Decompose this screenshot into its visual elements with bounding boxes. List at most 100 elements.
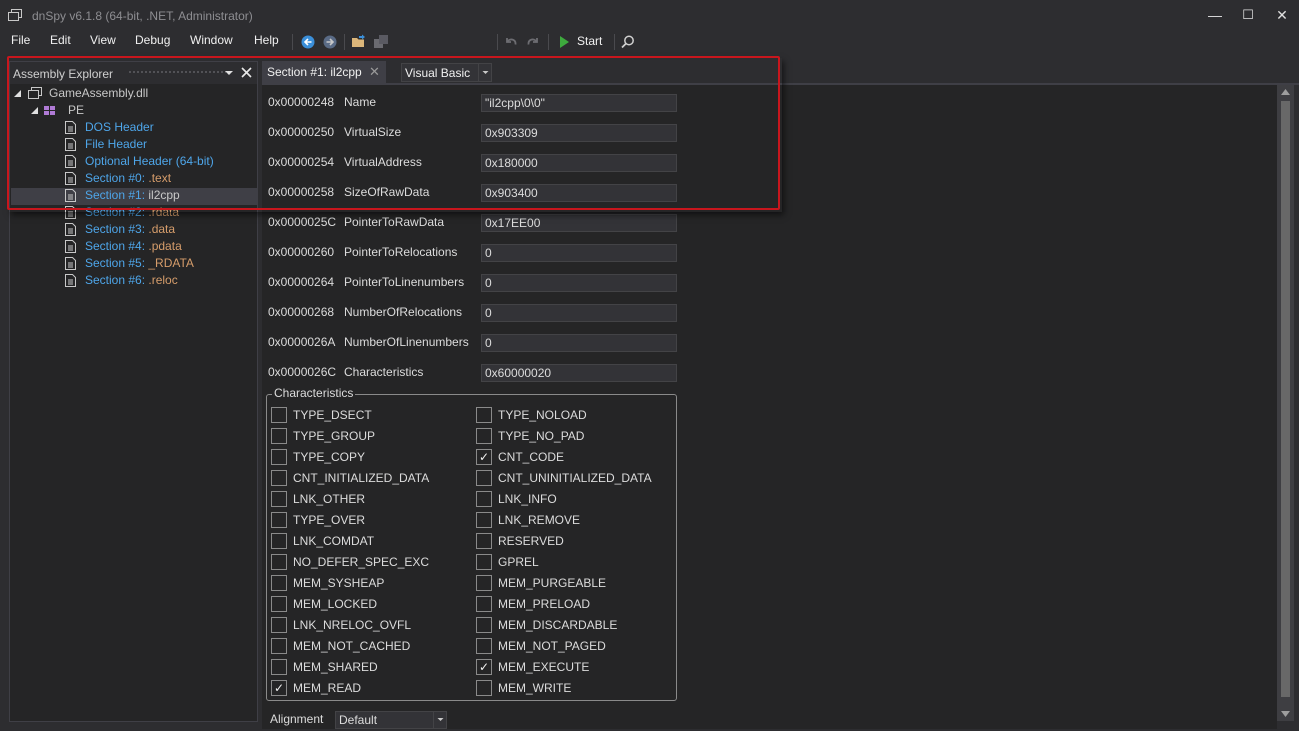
checkbox[interactable] bbox=[476, 596, 492, 612]
scroll-up-icon[interactable] bbox=[1280, 88, 1291, 96]
checkbox[interactable] bbox=[476, 428, 492, 444]
checkbox[interactable] bbox=[476, 680, 492, 696]
characteristic-checkbox[interactable]: ✓ MEM_EXECUTE bbox=[476, 659, 676, 676]
checkbox-label: LNK_NRELOC_OVFL bbox=[293, 618, 412, 632]
characteristic-checkbox[interactable]: MEM_LOCKED bbox=[271, 596, 471, 613]
checkbox[interactable] bbox=[476, 533, 492, 549]
characteristic-checkbox[interactable]: TYPE_DSECT bbox=[271, 407, 471, 424]
checkbox[interactable] bbox=[476, 512, 492, 528]
characteristic-checkbox[interactable]: ✓ CNT_CODE bbox=[476, 449, 676, 466]
toolbar-separator bbox=[292, 34, 293, 50]
characteristic-checkbox[interactable]: LNK_COMDAT bbox=[271, 533, 471, 550]
characteristic-checkbox[interactable]: ✓ MEM_READ bbox=[271, 680, 471, 697]
field-name: PointerToLinenumbers bbox=[344, 275, 465, 289]
characteristic-checkbox[interactable]: TYPE_COPY bbox=[271, 449, 471, 466]
characteristic-checkbox[interactable]: TYPE_NOLOAD bbox=[476, 407, 676, 424]
characteristic-checkbox[interactable]: TYPE_NO_PAD bbox=[476, 428, 676, 445]
checkbox[interactable] bbox=[476, 491, 492, 507]
characteristic-checkbox[interactable]: MEM_NOT_PAGED bbox=[476, 638, 676, 655]
back-arrow-icon[interactable] bbox=[299, 33, 317, 51]
checkbox[interactable] bbox=[271, 659, 287, 675]
checkbox[interactable] bbox=[476, 554, 492, 570]
checkbox-label: RESERVED bbox=[498, 534, 564, 548]
characteristic-checkbox[interactable]: MEM_NOT_CACHED bbox=[271, 638, 471, 655]
field-value-input[interactable]: 0 bbox=[481, 334, 677, 352]
tree-item-8[interactable]: Section #5: _RDATA bbox=[65, 255, 255, 272]
save-icon[interactable] bbox=[372, 33, 390, 51]
characteristic-checkbox[interactable]: NO_DEFER_SPEC_EXC bbox=[271, 554, 471, 571]
field-name: PointerToRelocations bbox=[344, 245, 458, 259]
characteristic-checkbox[interactable]: MEM_PRELOAD bbox=[476, 596, 676, 613]
checkbox[interactable]: ✓ bbox=[271, 680, 287, 696]
characteristic-checkbox[interactable]: MEM_PURGEABLE bbox=[476, 575, 676, 592]
open-folder-icon[interactable] bbox=[350, 33, 368, 51]
close-button[interactable]: ✕ bbox=[1262, 0, 1299, 30]
scroll-down-icon[interactable] bbox=[1280, 710, 1291, 718]
tree-item-label: Section #6: bbox=[85, 273, 149, 287]
checkbox[interactable]: ✓ bbox=[476, 659, 492, 675]
tree-item-9[interactable]: Section #6: .reloc bbox=[65, 272, 255, 289]
search-icon[interactable] bbox=[619, 33, 637, 51]
characteristic-checkbox[interactable]: MEM_WRITE bbox=[476, 680, 676, 697]
checkbox[interactable] bbox=[271, 470, 287, 486]
characteristic-checkbox[interactable]: LNK_OTHER bbox=[271, 491, 471, 508]
checkbox[interactable] bbox=[271, 575, 287, 591]
checkbox[interactable] bbox=[271, 428, 287, 444]
field-value-input[interactable]: 0 bbox=[481, 304, 677, 322]
alignment-label: Alignment bbox=[270, 712, 324, 726]
undo-icon[interactable] bbox=[502, 33, 520, 51]
tree-item-6[interactable]: Section #3: .data bbox=[65, 221, 255, 238]
field-value-input[interactable]: 0 bbox=[481, 274, 677, 292]
field-value-input[interactable]: 0 bbox=[481, 244, 677, 262]
menu-view[interactable]: View bbox=[90, 33, 116, 47]
checkbox[interactable] bbox=[271, 596, 287, 612]
characteristic-checkbox[interactable]: GPREL bbox=[476, 554, 676, 571]
checkbox[interactable] bbox=[476, 470, 492, 486]
scrollbar-thumb[interactable] bbox=[1281, 101, 1290, 697]
menu-file[interactable]: File bbox=[11, 33, 30, 47]
checkbox[interactable] bbox=[271, 554, 287, 570]
menu-help[interactable]: Help bbox=[254, 33, 279, 47]
forward-arrow-icon[interactable] bbox=[321, 33, 339, 51]
checkbox[interactable] bbox=[271, 512, 287, 528]
checkbox[interactable] bbox=[476, 575, 492, 591]
field-value-input[interactable]: 0x17EE00 bbox=[481, 214, 677, 232]
characteristic-checkbox[interactable]: LNK_NRELOC_OVFL bbox=[271, 617, 471, 634]
redo-icon[interactable] bbox=[524, 33, 542, 51]
checkbox[interactable] bbox=[476, 407, 492, 423]
file-icon bbox=[65, 223, 76, 236]
characteristic-checkbox[interactable]: CNT_UNINITIALIZED_DATA bbox=[476, 470, 676, 487]
characteristic-checkbox[interactable]: CNT_INITIALIZED_DATA bbox=[271, 470, 471, 487]
checkbox[interactable]: ✓ bbox=[476, 449, 492, 465]
menu-bar: File Edit View Debug Window Help Visual … bbox=[0, 30, 1299, 82]
checkbox[interactable] bbox=[271, 491, 287, 507]
characteristic-checkbox[interactable]: MEM_SYSHEAP bbox=[271, 575, 471, 592]
dropdown-arrow[interactable] bbox=[433, 712, 446, 728]
section-name: .reloc bbox=[148, 273, 178, 287]
menu-window[interactable]: Window bbox=[190, 33, 233, 47]
alignment-select[interactable]: Default bbox=[335, 711, 447, 729]
checkbox[interactable] bbox=[271, 407, 287, 423]
characteristic-checkbox[interactable]: MEM_DISCARDABLE bbox=[476, 617, 676, 634]
characteristic-checkbox[interactable]: TYPE_OVER bbox=[271, 512, 471, 529]
checkbox[interactable] bbox=[271, 638, 287, 654]
tree-item-7[interactable]: Section #4: .pdata bbox=[65, 238, 255, 255]
checkbox-label: MEM_PRELOAD bbox=[498, 597, 591, 611]
field-value-input[interactable]: 0x60000020 bbox=[481, 364, 677, 382]
checkbox[interactable] bbox=[476, 617, 492, 633]
characteristic-checkbox[interactable]: TYPE_GROUP bbox=[271, 428, 471, 445]
menu-edit[interactable]: Edit bbox=[50, 33, 71, 47]
characteristic-checkbox[interactable]: LNK_REMOVE bbox=[476, 512, 676, 529]
checkbox[interactable] bbox=[476, 638, 492, 654]
checkbox-label: CNT_INITIALIZED_DATA bbox=[293, 471, 430, 485]
characteristic-checkbox[interactable]: RESERVED bbox=[476, 533, 676, 550]
characteristic-checkbox[interactable]: LNK_INFO bbox=[476, 491, 676, 508]
checkbox[interactable] bbox=[271, 533, 287, 549]
menu-debug[interactable]: Debug bbox=[135, 33, 170, 47]
checkbox[interactable] bbox=[271, 617, 287, 633]
characteristic-checkbox[interactable]: MEM_SHARED bbox=[271, 659, 471, 676]
checkbox-label: TYPE_NO_PAD bbox=[498, 429, 585, 443]
checkbox[interactable] bbox=[271, 449, 287, 465]
start-button[interactable]: Start bbox=[556, 32, 606, 52]
checkbox-label: CNT_CODE bbox=[498, 450, 565, 464]
